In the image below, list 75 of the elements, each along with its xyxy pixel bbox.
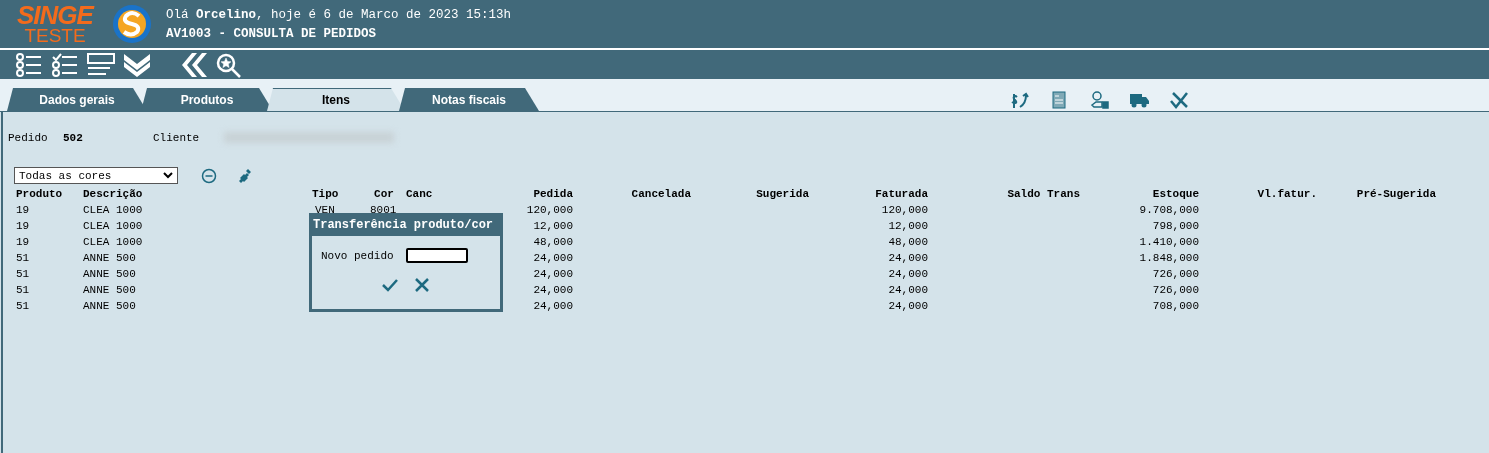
document-icon[interactable] [1049,91,1069,109]
color-dropdown[interactable]: Todas as cores [14,167,178,184]
form-icon[interactable] [86,51,116,78]
column-header: Descrição [83,188,143,200]
order-number: 502 [63,131,84,144]
table-cell: ANNE 500 [83,268,136,280]
column-header: Cancelada [631,188,691,200]
logo-icon [112,4,152,44]
column-header: Vl.fatur. [1257,188,1317,200]
column-header: Pedida [533,188,573,200]
column-header: Faturada [875,188,928,200]
table-cell: 1.410,000 [1139,236,1199,248]
table-cell: 51 [16,300,30,312]
check-cross-icon[interactable] [1169,91,1189,109]
order-label: Pedido [8,131,49,144]
column-header: Estoque [1152,188,1199,200]
table-cell: 726,000 [1152,284,1199,296]
table-cell: 24,000 [533,268,573,280]
table-cell: 51 [16,284,30,296]
table-cell: 24,000 [533,284,573,296]
table-cell: 12,000 [888,220,928,232]
table-cell: 24,000 [888,284,928,296]
client-label: Cliente [153,131,200,144]
screen-title: AV1003 - CONSULTA DE PEDIDOS [166,26,378,41]
table-cell: 24,000 [533,300,573,312]
table-cell: 19 [16,220,30,232]
table-cell: 19 [16,236,30,248]
table-cell: 708,000 [1152,300,1199,312]
table-cell: 8001 [370,204,397,216]
table-cell: 51 [16,268,30,280]
column-header: Canc [406,188,433,200]
table-cell: VEN [315,204,335,216]
table-cell: 19 [16,204,30,216]
greeting-text: Olá Orcelino, hoje é 6 de Marco de 2023 15:13h [166,7,512,22]
truck-icon[interactable] [1129,91,1149,109]
list-icon[interactable] [14,51,44,78]
checklist-icon[interactable] [50,51,80,78]
tab[interactable]: Notas fiscais [399,88,539,111]
caret-icon [163,172,173,179]
chevrons-down-icon[interactable] [122,51,152,78]
input-field[interactable] [405,248,468,263]
table-cell: ANNE 500 [83,284,136,296]
close-button[interactable] [413,276,431,294]
table-cell: 120,000 [881,204,928,216]
table-cell: 726,000 [1152,268,1199,280]
close-icon [413,276,431,294]
column-header: Tipo [312,188,339,200]
table-cell: 798,000 [1152,220,1199,232]
table-cell: 12,000 [533,220,573,232]
column-header: Cor [374,188,394,200]
column-header: Pré-Sugerida [1356,188,1436,200]
table-cell: CLEA 1000 [83,236,143,248]
dialog-title: Transferência produto/cor [312,216,500,236]
column-header: Saldo Trans [1007,188,1080,200]
table-cell: 120,000 [526,204,573,216]
table-cell: 1.848,000 [1139,252,1199,264]
minus-circle-icon[interactable] [201,167,217,184]
table-cell: 9.708,000 [1139,204,1199,216]
column-header: Sugerida [756,188,809,200]
table-cell: ANNE 500 [83,300,136,312]
table-cell: 48,000 [533,236,573,248]
table-cell: CLEA 1000 [83,204,143,216]
logo-subtitle: TESTE [24,27,86,46]
dollar-arrow-icon[interactable] [1009,91,1029,109]
table-cell: 51 [16,252,30,264]
table-cell: 24,000 [888,300,928,312]
column-header: Produto [16,188,63,200]
table-cell: CLEA 1000 [83,220,143,232]
table-cell: 24,000 [888,268,928,280]
table-cell: 24,000 [888,252,928,264]
table-cell: 24,000 [533,252,573,264]
logo-text: SINGE [17,2,93,28]
field-label: Novo pedido [321,249,394,262]
table-cell: ANNE 500 [83,252,136,264]
table-cell: 48,000 [888,236,928,248]
